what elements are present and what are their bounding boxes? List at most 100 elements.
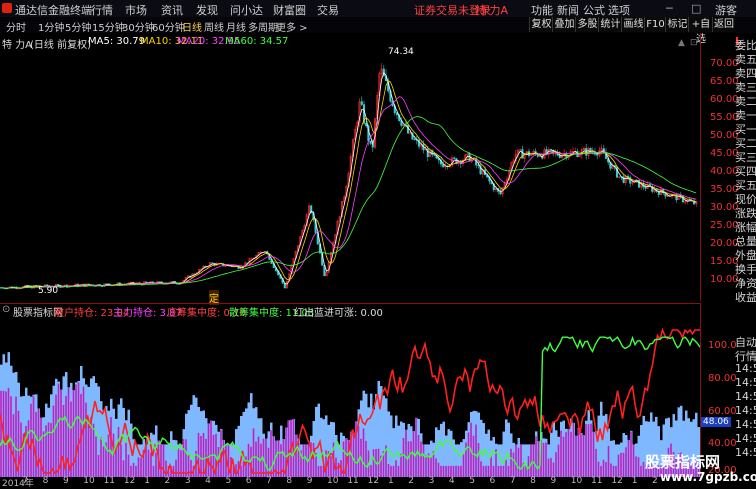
toolbar-draw-button[interactable]: 画线 [621, 17, 645, 32]
menu-item-discover[interactable]: 发现 [196, 2, 218, 18]
indicator-main-bar [462, 453, 465, 477]
indicator-main-bar [440, 465, 442, 477]
menu-item-markets[interactable]: 市场 [125, 2, 147, 18]
menu-item-function[interactable]: 功能 [531, 2, 553, 18]
date-tick: 1 [387, 476, 394, 486]
indicator-main-bar [312, 443, 315, 477]
indicator-main-bar [125, 442, 127, 477]
period-tab[interactable]: 分时 [6, 19, 26, 34]
indicator-main-bar [480, 461, 482, 477]
indicator-main-bar [10, 396, 12, 477]
indicator-main-bar [545, 442, 547, 477]
toolbar-stats-button[interactable]: 统计 [598, 17, 622, 32]
indicator-main-bar [620, 452, 622, 477]
indicator-main-bar [117, 426, 120, 477]
indicator-main-bar [597, 461, 600, 477]
date-tick: 5 [469, 476, 475, 486]
menu-item-market[interactable]: 行情 [91, 2, 113, 18]
toolbar-multi-button[interactable]: 多股 [575, 17, 599, 32]
indicator-main-bar [532, 444, 535, 477]
indicator-tick: 40.00 [708, 438, 737, 449]
indicator-main-bar [602, 459, 605, 477]
date-tick: 9 [306, 476, 313, 486]
indicator-main-bar [182, 438, 185, 477]
toolbar-overlay-button[interactable]: 叠加 [552, 17, 576, 32]
period-tab[interactable]: 1分钟 [38, 19, 64, 34]
indicator-main-bar [57, 383, 60, 477]
menu-item-trade[interactable]: 交易 [317, 2, 339, 18]
toolbar-back-button[interactable]: 返回 [712, 17, 735, 32]
toolbar-mark-button[interactable]: 标记 [665, 17, 689, 32]
menu-item-formula[interactable]: 公式 [583, 2, 605, 18]
candlestick-chart[interactable] [0, 33, 701, 301]
indicator-main-bar [425, 455, 427, 477]
candle-body [369, 140, 372, 144]
candle-body [360, 101, 363, 105]
indicator-main-bar [5, 391, 7, 477]
date-tick: 4 [448, 476, 455, 486]
menu-item-wealth[interactable]: 财富圈 [273, 2, 306, 18]
indicator-main-bar [580, 434, 582, 477]
menu-item-newsfeed[interactable]: 新闻 [557, 2, 579, 18]
indicator-main-bar [200, 435, 202, 477]
indicator-main-bar [570, 431, 572, 477]
candle-body [283, 282, 286, 289]
period-tab-active[interactable]: 日线 [182, 19, 202, 34]
side-tick-time: 14:5 [735, 390, 756, 403]
indicator-main-bar [132, 462, 135, 477]
candle-body [644, 186, 647, 189]
indicator-main-bar [560, 430, 562, 477]
period-tab[interactable]: 5分钟 [65, 19, 91, 34]
indicator-main-bar [257, 436, 260, 477]
moving-average-line [0, 116, 697, 289]
indicator-chart[interactable] [0, 303, 703, 477]
indicator-main-bar [147, 449, 150, 477]
minimize-icon[interactable]: ─ [666, 2, 673, 15]
guest-label[interactable]: 游客 [715, 2, 737, 18]
indicator-main-bar [107, 434, 110, 477]
indicator-main-bar [185, 439, 187, 477]
indicator-main-bar [265, 438, 267, 477]
indicator-main-bar [302, 444, 305, 477]
side-tick-time: 14:5 [735, 404, 756, 417]
period-tab[interactable]: 15分钟 [92, 19, 125, 34]
period-tab[interactable]: 60分钟 [152, 19, 185, 34]
side-tick-time: 14:5 [735, 376, 756, 389]
indicator-main-bar [435, 458, 437, 477]
indicator-main-bar [535, 436, 537, 477]
indicator-main-bar [252, 428, 255, 477]
indicator-main-bar [517, 447, 520, 477]
indicator-main-bar [637, 457, 640, 477]
date-tick: 6 [245, 476, 252, 486]
period-tab[interactable]: 30分钟 [122, 19, 155, 34]
menu-item-ask[interactable]: 问小达 [230, 2, 263, 18]
date-tick: 2 [408, 476, 414, 486]
indicator-main-bar [565, 432, 567, 477]
period-tab-more[interactable]: 更多 > [276, 19, 308, 34]
candle-body [468, 153, 471, 162]
indicator-main-bar [445, 465, 447, 477]
indicator-main-bar [122, 460, 125, 477]
toolbar-fuquan-button[interactable]: 复权 [529, 17, 553, 32]
candle-body [57, 284, 60, 286]
restore-icon[interactable]: □ [691, 2, 701, 15]
menu-item-options[interactable]: 选项 [608, 2, 630, 18]
indicator-main-bar [632, 444, 635, 477]
candle-body [499, 191, 502, 195]
period-tab[interactable]: 多周期 [248, 19, 278, 34]
candle-body [406, 125, 410, 134]
date-tick: 10 [570, 476, 583, 486]
period-tab[interactable]: 月线 [226, 19, 246, 34]
date-tick: 7 [509, 476, 516, 486]
side-tick-time: 14:5 [735, 432, 756, 445]
toolbar-f10-button[interactable]: F10 [644, 17, 666, 32]
indicator-main-bar [420, 441, 422, 477]
date-tick: 12 [367, 476, 380, 486]
toolbar-watchlist-button[interactable]: +自选 [688, 17, 713, 45]
period-tab[interactable]: 周线 [204, 19, 224, 34]
indicator-main-bar [505, 459, 507, 477]
indicator-main-bar [235, 464, 237, 477]
candle-body [675, 194, 678, 201]
menu-item-news[interactable]: 资讯 [161, 2, 183, 18]
indicator-main-bar [372, 449, 375, 477]
